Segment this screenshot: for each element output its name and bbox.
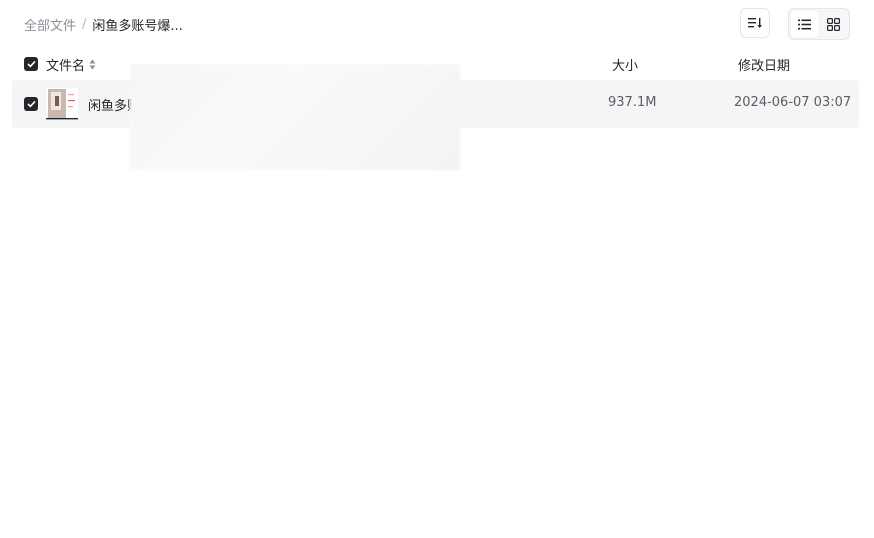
- select-all-checkbox[interactable]: [24, 57, 38, 71]
- column-header-name[interactable]: 文件名: [46, 55, 96, 74]
- sort-lines-icon: [748, 18, 762, 28]
- column-header-size[interactable]: 大小: [612, 55, 638, 74]
- column-header-date[interactable]: 修改日期: [738, 55, 790, 74]
- file-thumbnail-icon: [46, 88, 78, 120]
- grid-view-icon: [827, 17, 840, 31]
- breadcrumb: 全部文件 / 闲鱼多账号爆...: [24, 14, 183, 34]
- sort-toggle-icon: [89, 59, 96, 70]
- checkmark-icon: [26, 100, 36, 108]
- row-checkbox[interactable]: [24, 97, 38, 111]
- sort-button[interactable]: [740, 8, 770, 38]
- column-header-name-label: 文件名: [46, 59, 86, 74]
- checkmark-icon: [26, 60, 36, 68]
- grid-view-button[interactable]: [820, 11, 847, 37]
- file-modified-date: 2024-06-07 03:07: [734, 95, 852, 110]
- view-switch: [788, 8, 850, 40]
- breadcrumb-separator: /: [82, 16, 87, 32]
- redaction-overlay: [130, 64, 460, 170]
- file-size: 937.1M: [608, 95, 657, 110]
- breadcrumb-root-link[interactable]: 全部文件: [24, 15, 76, 34]
- list-view-button[interactable]: [791, 11, 818, 37]
- list-view-icon: [798, 19, 811, 29]
- breadcrumb-current: 闲鱼多账号爆...: [92, 18, 183, 34]
